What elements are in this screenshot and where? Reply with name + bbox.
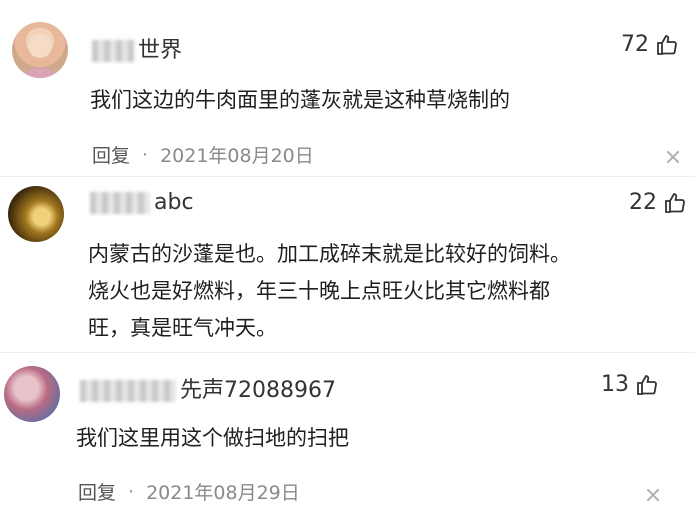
close-icon[interactable] bbox=[666, 150, 680, 164]
avatar[interactable] bbox=[12, 22, 68, 78]
username-text: 世界 bbox=[138, 38, 183, 63]
comment-text-line: 内蒙古的沙蓬是也。加工成碎末就是比较好的饲料。 bbox=[88, 242, 571, 266]
avatar[interactable] bbox=[8, 186, 64, 242]
comment-text-line: 旺，真是旺气冲天。 bbox=[88, 316, 277, 340]
reply-button[interactable]: 回复 bbox=[92, 141, 130, 168]
thumbs-up-icon bbox=[663, 191, 687, 215]
username[interactable]: 世界 bbox=[92, 32, 182, 64]
comment-3: 先声72088967 13 我们这里用这个做扫地的扫把 回复 · 2021年08… bbox=[0, 352, 695, 506]
username[interactable]: 先声72088967 bbox=[80, 372, 336, 404]
comment-meta: 回复 · 2021年08月29日 bbox=[78, 478, 300, 505]
username-text: abc bbox=[154, 190, 194, 215]
close-icon[interactable] bbox=[646, 488, 660, 502]
comment-text-line: 烧火也是好燃料，年三十晚上点旺火比其它燃料都 bbox=[88, 279, 550, 303]
username-text: 先声72088967 bbox=[180, 378, 336, 403]
username[interactable]: abc bbox=[90, 190, 194, 215]
like-count: 13 bbox=[601, 372, 629, 397]
separator-dot: · bbox=[142, 143, 149, 166]
blurred-name bbox=[90, 192, 150, 214]
avatar-image-icon bbox=[20, 34, 60, 78]
comment-date: 2021年08月29日 bbox=[146, 482, 300, 504]
like-button[interactable]: 13 bbox=[601, 372, 659, 397]
separator-dot: · bbox=[128, 480, 135, 503]
comment-text: 我们这里用这个做扫地的扫把 bbox=[76, 426, 349, 450]
comment-text: 内蒙古的沙蓬是也。加工成碎末就是比较好的饲料。 烧火也是好燃料，年三十晚上点旺火… bbox=[88, 236, 571, 347]
like-button[interactable]: 72 bbox=[621, 32, 679, 57]
thumbs-up-icon bbox=[635, 373, 659, 397]
blurred-name bbox=[80, 380, 176, 402]
thumbs-up-icon bbox=[655, 33, 679, 57]
avatar[interactable] bbox=[4, 366, 60, 422]
comment-2: abc 22 内蒙古的沙蓬是也。加工成碎末就是比较好的饲料。 烧火也是好燃料，年… bbox=[0, 176, 695, 351]
reply-button[interactable]: 回复 bbox=[78, 478, 116, 505]
comment-date: 2021年08月20日 bbox=[160, 145, 314, 167]
like-count: 72 bbox=[621, 32, 649, 57]
blurred-name bbox=[92, 40, 134, 62]
like-count: 22 bbox=[629, 190, 657, 215]
like-button[interactable]: 22 bbox=[629, 190, 687, 215]
comment-text: 我们这边的牛肉面里的蓬灰就是这种草烧制的 bbox=[90, 88, 510, 112]
comment-meta: 回复 · 2021年08月20日 bbox=[92, 141, 314, 168]
comment-1: 世界 72 我们这边的牛肉面里的蓬灰就是这种草烧制的 回复 · 2021年08月… bbox=[0, 0, 695, 175]
